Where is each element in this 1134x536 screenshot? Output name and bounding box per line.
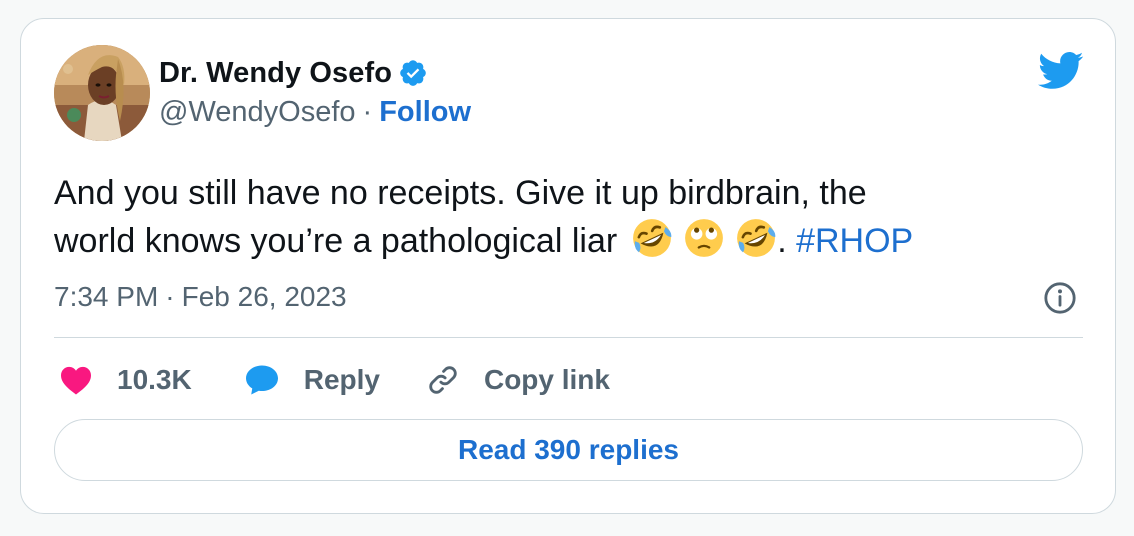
rolling-on-floor-laughing-emoji	[633, 219, 672, 257]
read-replies-button[interactable]: Read 390 replies	[54, 419, 1083, 481]
like-count: 10.3K	[117, 364, 192, 395]
tweet-text: And you still have no receipts. Give it …	[54, 169, 1054, 265]
tweet-text-period: .	[777, 222, 787, 260]
like-button[interactable]: 10.3K	[59, 364, 192, 396]
tweet-actions: 10.3K Reply Copy link	[59, 357, 610, 403]
author-handle-row: @WendyOsefo · Follow	[159, 94, 471, 130]
divider	[54, 337, 1083, 338]
tweet-timestamp[interactable]: 7:34 PM · Feb 26, 2023	[54, 279, 347, 315]
twitter-bird-icon[interactable]	[1038, 51, 1084, 91]
link-icon	[429, 366, 457, 394]
rolling-on-floor-laughing-emoji	[737, 219, 776, 257]
tweet-date: Feb 26, 2023	[181, 281, 347, 312]
avatar[interactable]	[54, 45, 150, 141]
tweet-text-line-2-text: world knows you’re a pathological liar	[54, 222, 618, 260]
handle-separator: ·	[362, 95, 373, 128]
follow-button[interactable]: Follow	[379, 96, 471, 129]
author-handle[interactable]: @WendyOsefo	[159, 96, 356, 129]
face-with-rolling-eyes-emoji	[685, 219, 724, 257]
tweet-time: 7:34 PM	[54, 281, 159, 312]
author-display-name[interactable]: Dr. Wendy Osefo	[159, 57, 392, 90]
timestamp-separator: ·	[165, 281, 175, 312]
verified-badge-icon	[398, 58, 428, 88]
author-name-row: Dr. Wendy Osefo	[159, 55, 428, 91]
hashtag-link[interactable]: #RHOP	[796, 222, 913, 260]
heart-icon	[61, 366, 91, 395]
read-replies-label: Read 390 replies	[457, 434, 680, 465]
reply-button[interactable]: Reply	[244, 364, 380, 396]
embedded-tweet-card[interactable]: Dr. Wendy Osefo @WendyOsefo · Follow And…	[20, 18, 1116, 514]
tweet-text-line-2: world knows you’re a pathological liar. …	[54, 217, 1054, 265]
avatar-image	[54, 45, 150, 141]
copy-link-label: Copy link	[483, 364, 610, 395]
copy-link-button[interactable]: Copy link	[426, 363, 610, 397]
tweet-text-line-1: And you still have no receipts. Give it …	[54, 174, 867, 212]
reply-bubble-icon	[245, 365, 278, 395]
reply-label: Reply	[303, 364, 380, 395]
info-icon[interactable]	[1043, 281, 1077, 315]
